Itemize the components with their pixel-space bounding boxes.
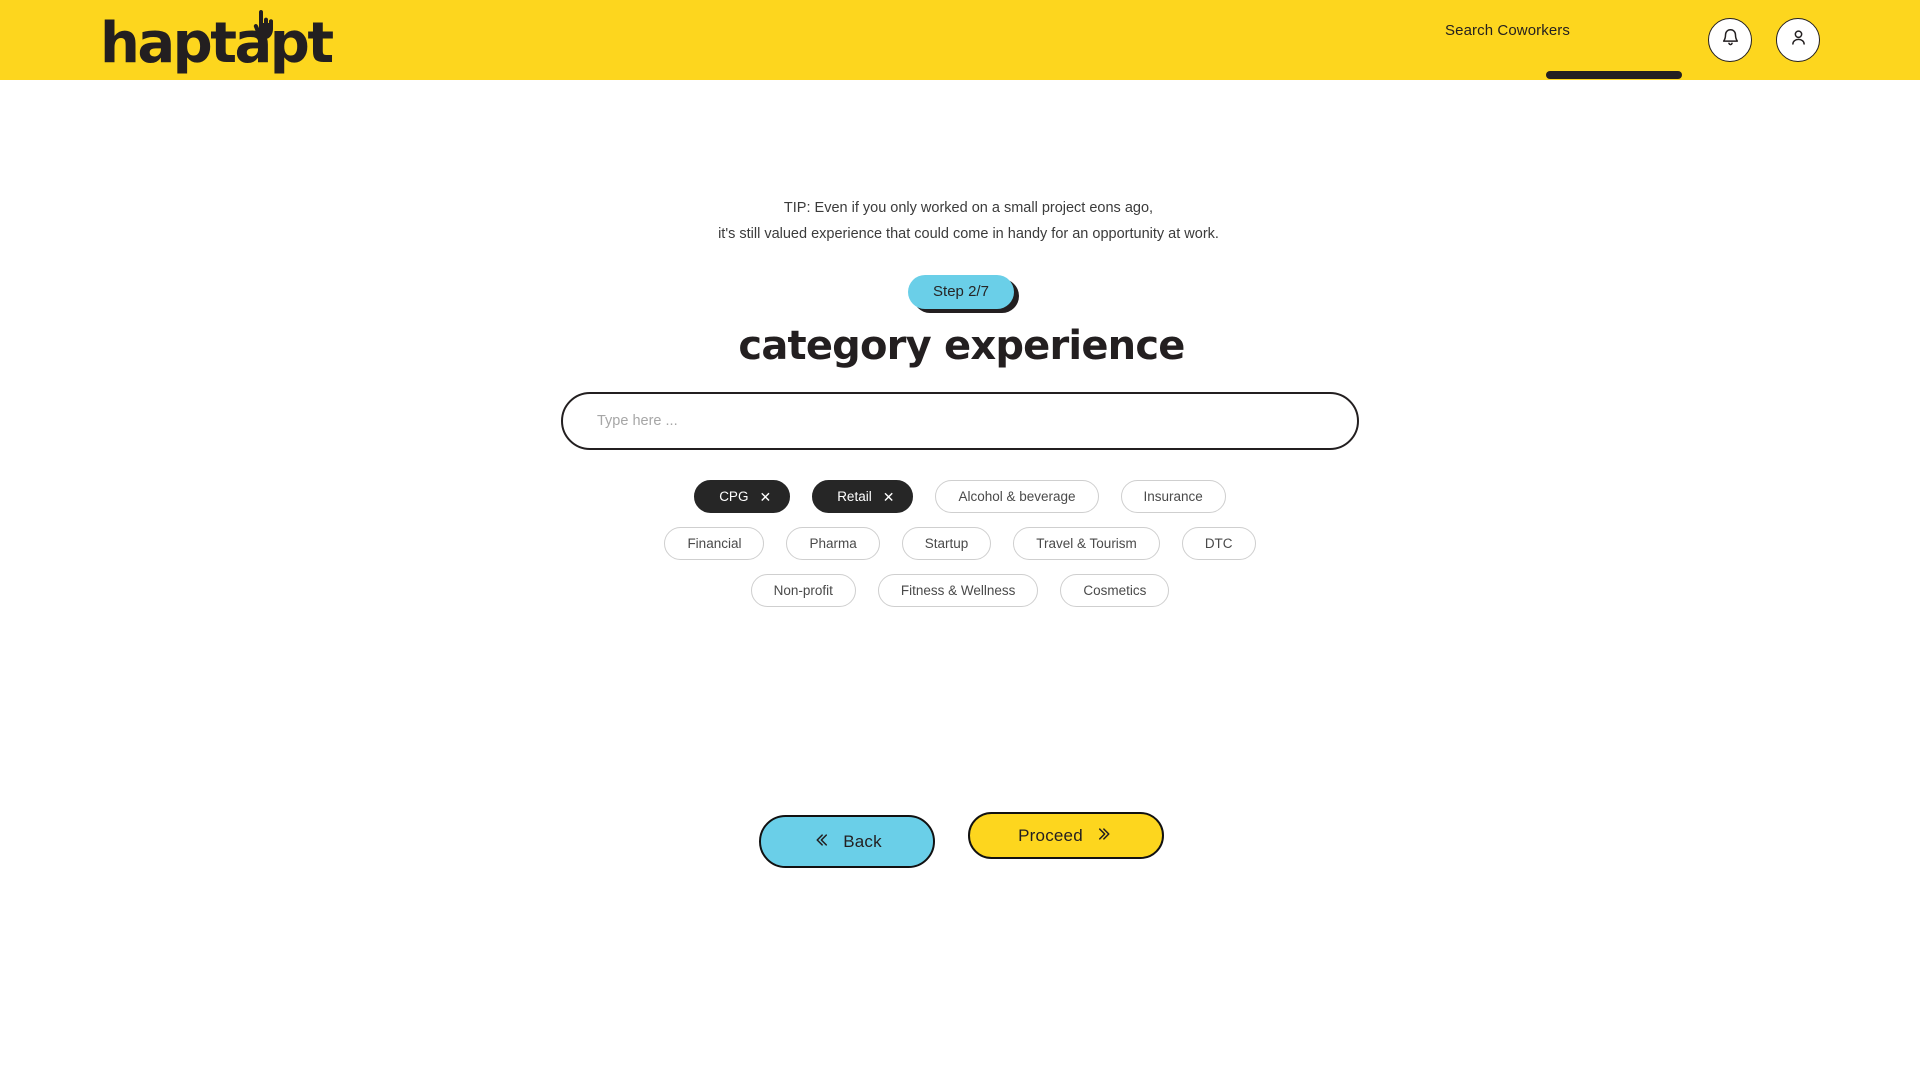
chevron-double-left-icon [812,831,830,852]
proceed-button-label: Proceed [1018,825,1083,845]
tip-text: TIP: Even if you only worked on a small … [0,195,1920,247]
category-chip[interactable]: CPG ✕ [694,480,791,513]
category-chip[interactable]: Non-profit [750,574,856,607]
back-button-label: Back [843,831,882,851]
category-chip-label: Insurance [1143,489,1203,504]
search-coworkers-link[interactable]: Search Coworkers [1445,22,1570,39]
notifications-button[interactable] [1708,18,1752,62]
tip-line-1: TIP: Even if you only worked on a small … [783,200,1154,216]
category-chip[interactable]: Alcohol & beverage [935,480,1099,513]
category-chip[interactable]: Cosmetics [1060,574,1170,607]
category-chip-label: Non-profit [773,583,833,598]
category-chip[interactable]: Financial [664,527,765,560]
category-chip-label: Pharma [809,536,857,551]
category-chip-list: CPG ✕ Retail ✕ Alcohol & beverage Insurance Fi… [0,480,1920,607]
app-header: haptapt Search Coworkers [0,0,1920,80]
category-chip-row: CPG ✕ Retail ✕ Alcohol & beverage Insurance [694,480,1226,513]
category-chip-label: Cosmetics [1083,583,1147,598]
wizard-navigation: Back Proceed [0,718,1920,868]
step-badge: Step 2/7 [908,275,1014,309]
category-chip[interactable]: Pharma [786,527,880,560]
category-chip-label: Startup [924,536,969,551]
logo-wordmark: haptapt [100,11,334,76]
category-chip[interactable]: Travel & Tourism [1013,527,1160,560]
step-badge-container: Step 2/7 [0,275,1920,309]
category-search-input[interactable] [563,394,1357,448]
proceed-button[interactable]: Proceed [968,812,1164,859]
close-x-icon[interactable]: ✕ [883,490,895,504]
close-x-icon[interactable]: ✕ [759,490,771,504]
app-root: haptapt Search Coworkers TIP: Even if yo… [0,0,1920,1080]
back-button[interactable]: Back [759,815,935,868]
category-chip-row: Non-profit Fitness & Wellness Cosmetics [750,574,1170,607]
category-chip-label: Retail [837,489,872,504]
user-avatar-icon [1788,27,1809,53]
page-title: category experience [738,323,1185,369]
tip-line-2: it's still valued experience that could … [718,226,1219,242]
bell-icon [1720,27,1741,53]
category-chip[interactable]: Retail ✕ [812,480,914,513]
category-chip-row: Financial Pharma Startup Travel & Tourism DT… [664,527,1256,560]
category-chip[interactable]: Fitness & Wellness [877,574,1039,607]
account-button[interactable] [1776,18,1820,62]
category-chip[interactable]: Insurance [1120,480,1226,513]
category-chip[interactable]: DTC [1181,527,1256,560]
category-chip-label: Financial [687,536,742,551]
category-chip-label: Fitness & Wellness [900,583,1016,598]
active-nav-indicator [1546,71,1682,79]
category-chip-label: Travel & Tourism [1036,536,1137,551]
category-chip-label: DTC [1204,536,1233,551]
category-chip[interactable]: Startup [901,527,992,560]
category-search-box[interactable] [561,392,1359,450]
main-content: TIP: Even if you only worked on a small … [0,80,1920,1080]
pointing-hand-icon [250,10,274,40]
brand-logo[interactable]: haptapt [100,8,334,76]
category-chip-label: Alcohol & beverage [958,489,1076,504]
category-chip-label: CPG [719,489,749,504]
chevron-double-right-icon [1096,825,1114,846]
